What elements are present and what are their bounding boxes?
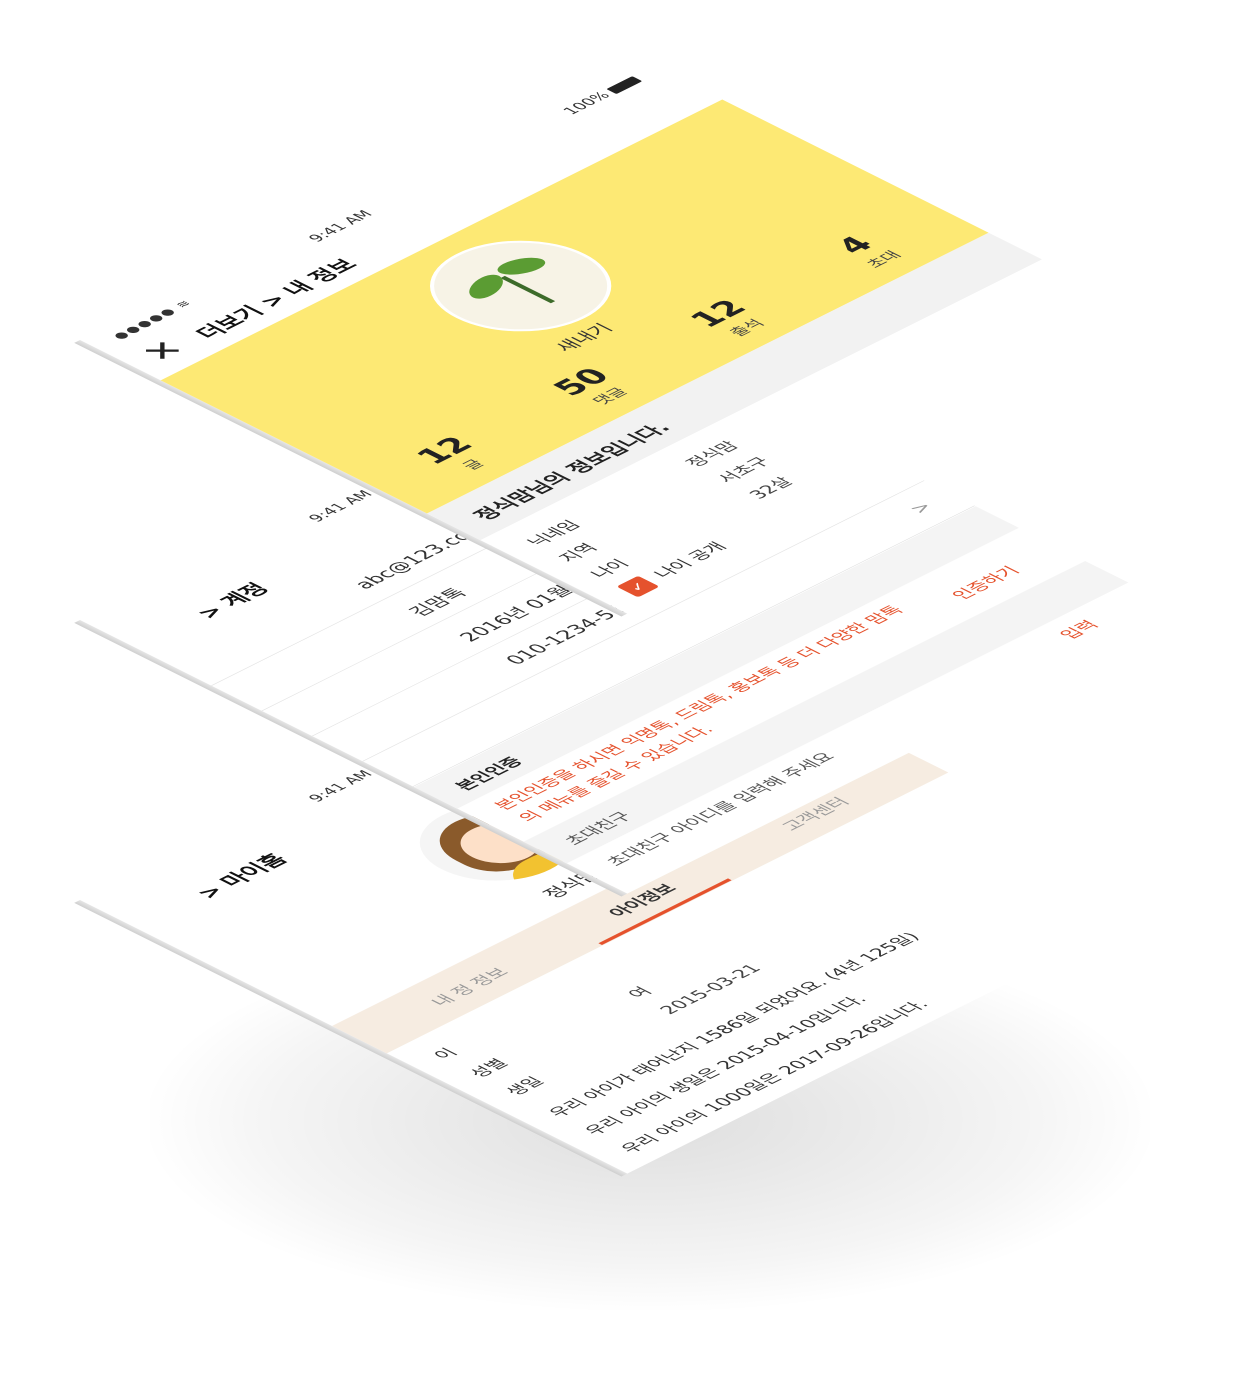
isometric-scene: 9:41 AM 100% > 마이홈 ✎ 정식맘 내 정 정보 아이정보 고객센… xyxy=(0,0,1234,1394)
sprout-stem xyxy=(500,275,556,304)
checkmark-icon[interactable]: ✓ xyxy=(616,575,660,598)
child-title: 이 xyxy=(429,1046,463,1063)
chevron-right-icon[interactable]: > xyxy=(904,499,939,516)
tab-my-info[interactable]: 내 정 정보 xyxy=(392,948,545,1024)
invite-title: 초대친구 xyxy=(560,809,638,848)
close-icon[interactable]: ✕ xyxy=(132,335,195,367)
sprout-leaf xyxy=(492,254,551,279)
invite-submit-button[interactable]: 입력 xyxy=(1052,616,1104,642)
